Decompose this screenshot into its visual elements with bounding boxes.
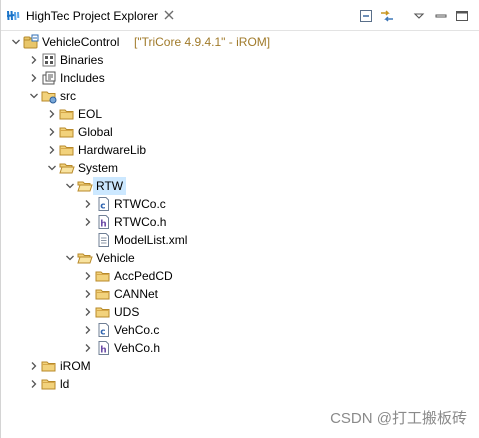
tree-item[interactable]: h VehCo.h — [1, 339, 479, 357]
project-explorer-view: HighTec Project Explorer VehicleControl … — [0, 0, 479, 438]
project-icon — [23, 34, 39, 49]
binaries-icon — [42, 53, 56, 67]
chevron-right-icon[interactable] — [29, 361, 39, 371]
tree-item[interactable]: System — [1, 159, 479, 177]
chevron-right-icon[interactable] — [29, 379, 39, 389]
tree-item[interactable]: Global — [1, 123, 479, 141]
chevron-down-icon[interactable] — [65, 253, 75, 263]
tree-item-label: UDS — [114, 305, 140, 319]
tree-item-label: ld — [60, 377, 70, 391]
svg-text:c: c — [100, 328, 105, 338]
project-tree: VehicleControl ["TriCore 4.9.4.1" - iROM… — [1, 31, 479, 438]
tree-item-label: CANNet — [114, 287, 159, 301]
tab-project-explorer[interactable]: HighTec Project Explorer — [1, 0, 181, 30]
h-file-icon: h — [98, 341, 109, 356]
tree-item[interactable]: c VehCo.c — [1, 321, 479, 339]
maximize-icon[interactable] — [454, 8, 470, 24]
h-file-icon: h — [98, 215, 109, 230]
tree-item-label: Vehicle — [96, 251, 135, 265]
chevron-down-icon[interactable] — [47, 163, 57, 173]
folder-open-icon — [77, 253, 93, 264]
includes-icon — [42, 71, 56, 85]
view-menu-icon[interactable] — [411, 8, 427, 24]
link-with-editor-icon[interactable] — [379, 8, 395, 24]
project-decoration: ["TriCore 4.9.4.1" - iROM] — [134, 35, 271, 49]
watermark: CSDN @打工搬板砖 — [330, 410, 467, 427]
svg-text:h: h — [100, 220, 106, 230]
chevron-down-icon[interactable] — [29, 91, 39, 101]
tree-item[interactable]: UDS — [1, 303, 479, 321]
xml-file-icon — [98, 233, 109, 247]
source-folder-icon — [41, 91, 57, 104]
tree-item-label: EOL — [78, 107, 103, 121]
tree-item[interactable]: Vehicle — [1, 249, 479, 267]
tree-item[interactable]: ModelList.xml — [1, 231, 479, 249]
tree-item-label: VehCo.c — [114, 323, 160, 337]
chevron-right-icon[interactable] — [83, 199, 93, 209]
tree-item[interactable]: Binaries — [1, 51, 479, 69]
tree-item[interactable]: iROM — [1, 357, 479, 375]
chevron-right-icon[interactable] — [83, 343, 93, 353]
hightec-logo-icon — [7, 11, 20, 20]
tree-item[interactable]: RTW — [1, 177, 479, 195]
svg-text:h: h — [100, 346, 106, 356]
folder-open-icon — [77, 181, 93, 192]
tree-item-label: AccPedCD — [114, 269, 173, 283]
folder-icon — [95, 307, 110, 318]
folder-icon — [59, 109, 74, 120]
tree-item[interactable]: Includes — [1, 69, 479, 87]
chevron-right-icon[interactable] — [83, 307, 93, 317]
tree-item-label: Global — [78, 125, 113, 139]
tree-item-label: iROM — [60, 359, 91, 373]
folder-icon — [59, 127, 74, 138]
tree-item[interactable]: src — [1, 87, 479, 105]
folder-icon — [41, 361, 56, 372]
tree-item-label: Binaries — [60, 53, 104, 67]
c-file-icon: c — [98, 197, 109, 212]
tree-item-label: System — [78, 161, 119, 175]
tree-item-label: VehicleControl — [42, 35, 120, 49]
tree-item[interactable]: h RTWCo.h — [1, 213, 479, 231]
tree-item-label: RTW — [93, 177, 127, 195]
chevron-right-icon[interactable] — [83, 325, 93, 335]
chevron-right-icon[interactable] — [29, 55, 39, 65]
tree-item[interactable]: HardwareLib — [1, 141, 479, 159]
chevron-right-icon[interactable] — [47, 127, 57, 137]
folder-open-icon — [59, 163, 75, 174]
tree-item-label: Includes — [60, 71, 105, 85]
folder-icon — [95, 271, 110, 282]
tree-item-label: HardwareLib — [78, 143, 147, 157]
chevron-down-icon[interactable] — [65, 181, 75, 191]
tree-item-label: src — [60, 89, 76, 103]
c-file-icon: c — [98, 323, 109, 338]
tree-item[interactable]: c RTWCo.c — [1, 195, 479, 213]
tree-item[interactable]: AccPedCD — [1, 267, 479, 285]
tree-item[interactable]: ld — [1, 375, 479, 393]
chevron-right-icon[interactable] — [83, 217, 93, 227]
minimize-icon[interactable] — [433, 8, 449, 24]
chevron-right-icon[interactable] — [47, 145, 57, 155]
folder-icon — [41, 379, 56, 390]
svg-text:c: c — [100, 202, 105, 212]
view-tab-bar: HighTec Project Explorer — [1, 0, 479, 31]
chevron-down-icon[interactable] — [11, 37, 21, 47]
tree-item[interactable]: EOL — [1, 105, 479, 123]
tree-item[interactable]: CANNet — [1, 285, 479, 303]
tree-item-label: RTWCo.h — [114, 215, 167, 229]
chevron-right-icon[interactable] — [83, 289, 93, 299]
chevron-right-icon[interactable] — [29, 73, 39, 83]
close-icon[interactable] — [163, 9, 175, 21]
view-title: HighTec Project Explorer — [26, 9, 159, 23]
tree-item-label: VehCo.h — [114, 341, 161, 355]
tree-item[interactable]: VehicleControl ["TriCore 4.9.4.1" - iROM… — [1, 33, 479, 51]
collapse-all-icon[interactable] — [358, 8, 374, 24]
folder-icon — [59, 145, 74, 156]
tree-item-label: RTWCo.c — [114, 197, 166, 211]
chevron-right-icon[interactable] — [83, 271, 93, 281]
folder-icon — [95, 289, 110, 300]
chevron-right-icon[interactable] — [47, 109, 57, 119]
tree-item-label: ModelList.xml — [114, 233, 188, 247]
